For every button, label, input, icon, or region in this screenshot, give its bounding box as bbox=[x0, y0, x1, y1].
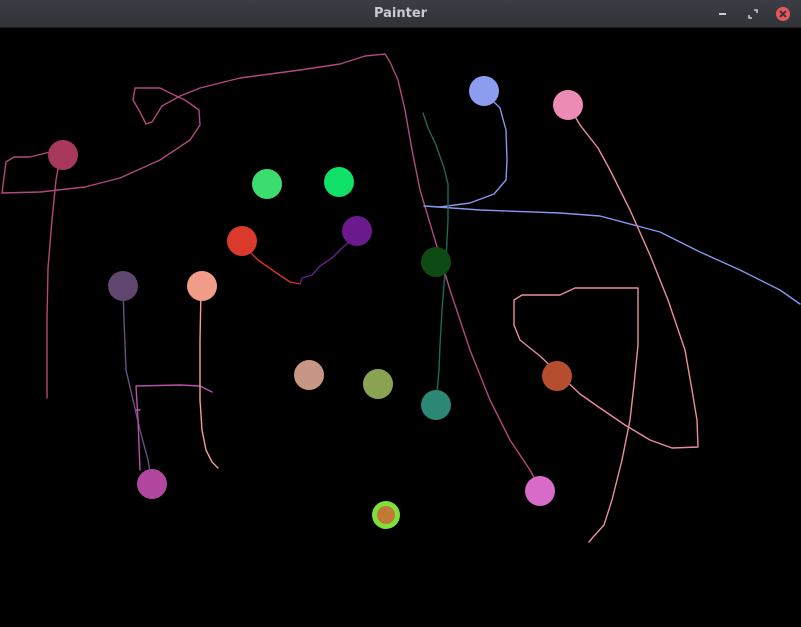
canvas-svg[interactable] bbox=[0, 28, 801, 627]
stroke-purple-link bbox=[299, 235, 357, 285]
dot-purple[interactable] bbox=[342, 216, 372, 246]
dot-pink[interactable] bbox=[553, 90, 583, 120]
dot-crimson[interactable] bbox=[48, 140, 78, 170]
maximize-icon bbox=[748, 9, 758, 19]
minimize-button[interactable] bbox=[715, 6, 731, 22]
maximize-button[interactable] bbox=[745, 6, 761, 22]
stroke-crimson-drop bbox=[46, 157, 61, 399]
dot-green[interactable] bbox=[252, 169, 282, 199]
close-icon bbox=[776, 7, 790, 21]
dot-red[interactable] bbox=[227, 226, 257, 256]
dot-bright-green[interactable] bbox=[324, 167, 354, 197]
dot-magenta[interactable] bbox=[137, 469, 167, 499]
stroke-salmon-line bbox=[199, 289, 219, 469]
dot-orchid[interactable] bbox=[525, 476, 555, 506]
dot-olive[interactable] bbox=[363, 369, 393, 399]
minimize-icon bbox=[719, 13, 726, 15]
dot-periwinkle[interactable] bbox=[469, 76, 499, 106]
dot-dark-green[interactable] bbox=[421, 247, 451, 277]
title-bar[interactable]: Painter bbox=[0, 0, 801, 28]
dot-salmon[interactable] bbox=[187, 271, 217, 301]
close-button[interactable] bbox=[775, 6, 791, 22]
dot-tan[interactable] bbox=[294, 360, 324, 390]
dot-rust[interactable] bbox=[542, 361, 572, 391]
dot-teal[interactable] bbox=[421, 390, 451, 420]
dot-orange-selected[interactable] bbox=[372, 501, 400, 529]
dot-dusty-purple[interactable] bbox=[108, 271, 138, 301]
stroke-crimson-loop bbox=[1, 53, 539, 486]
drawing-canvas[interactable] bbox=[0, 28, 801, 627]
stroke-periwinkle-line bbox=[423, 93, 801, 305]
window-title: Painter bbox=[373, 6, 428, 21]
